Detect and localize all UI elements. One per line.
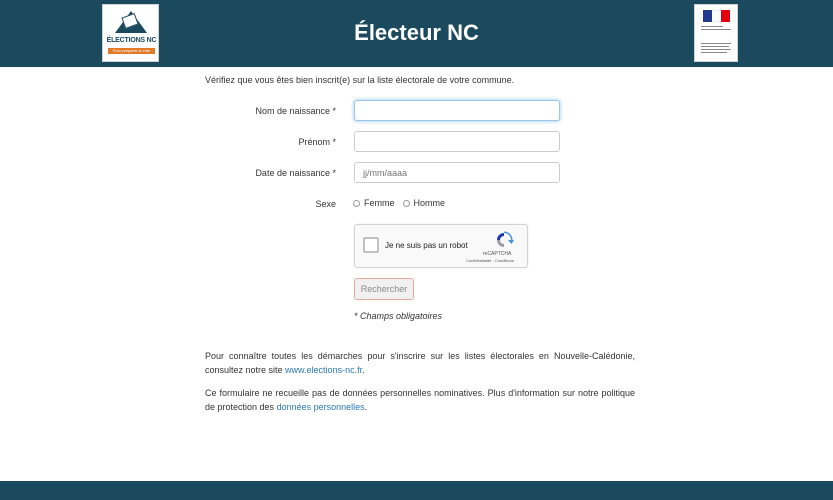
birth-date-input[interactable] bbox=[354, 162, 560, 183]
recaptcha-widget: Je ne suis pas un robot reCAPTCHA Confid… bbox=[354, 224, 528, 268]
intro-text: Vérifiez que vous êtes bien inscrit(e) s… bbox=[205, 75, 515, 85]
logo-text-line bbox=[701, 43, 731, 44]
header-bar: ÉLECTIONS NC Pour préparer le vote Élect… bbox=[0, 0, 833, 67]
footer-bar bbox=[0, 481, 833, 500]
info-paragraph-privacy-text: Ce formulaire ne recueille pas de donnée… bbox=[205, 388, 635, 412]
haut-commissariat-logo[interactable] bbox=[694, 4, 738, 62]
sex-radio-homme[interactable] bbox=[402, 199, 410, 207]
info-paragraph-registration: Pour connaître toutes les démarches pour… bbox=[205, 349, 635, 377]
sex-label: Sexe bbox=[315, 199, 336, 209]
recaptcha-links[interactable]: Confidentialité - Conditions bbox=[466, 258, 514, 263]
marianne-flag-icon bbox=[703, 10, 730, 22]
info-paragraph-privacy: Ce formulaire ne recueille pas de donnée… bbox=[205, 386, 635, 414]
info-paragraph-registration-end: . bbox=[362, 365, 365, 375]
elections-site-link[interactable]: www.elections-nc.fr bbox=[285, 365, 362, 375]
logo-text-line bbox=[701, 29, 731, 30]
sex-option-homme-label[interactable]: Homme bbox=[414, 198, 446, 208]
birth-name-label: Nom de naissance * bbox=[255, 106, 336, 116]
logo-text-line bbox=[701, 46, 729, 47]
logo-text-line bbox=[701, 26, 723, 27]
first-name-input[interactable] bbox=[354, 131, 560, 152]
required-fields-note: * Champs obligatoires bbox=[354, 311, 443, 321]
logo-text-line bbox=[701, 49, 731, 50]
search-button[interactable]: Rechercher bbox=[354, 278, 414, 300]
sex-option-femme-label[interactable]: Femme bbox=[364, 198, 395, 208]
logo-text-line bbox=[701, 52, 727, 53]
recaptcha-label: Je ne suis pas un robot bbox=[385, 241, 468, 250]
info-paragraph-privacy-end: . bbox=[364, 402, 368, 412]
birth-name-input[interactable] bbox=[354, 100, 560, 121]
personal-data-link[interactable]: données personnelles bbox=[277, 402, 365, 412]
recaptcha-logo-icon bbox=[497, 231, 514, 247]
sex-radio-group: Femme Homme bbox=[353, 198, 453, 208]
sex-radio-femme[interactable] bbox=[353, 199, 360, 207]
info-paragraph-registration-text: Pour connaître toutes les démarches pour… bbox=[205, 351, 635, 375]
birth-date-label: Date de naissance * bbox=[255, 168, 336, 178]
recaptcha-checkbox[interactable] bbox=[363, 237, 379, 253]
recaptcha-brand: reCAPTCHA bbox=[483, 251, 512, 257]
first-name-label: Prénom * bbox=[298, 137, 336, 147]
